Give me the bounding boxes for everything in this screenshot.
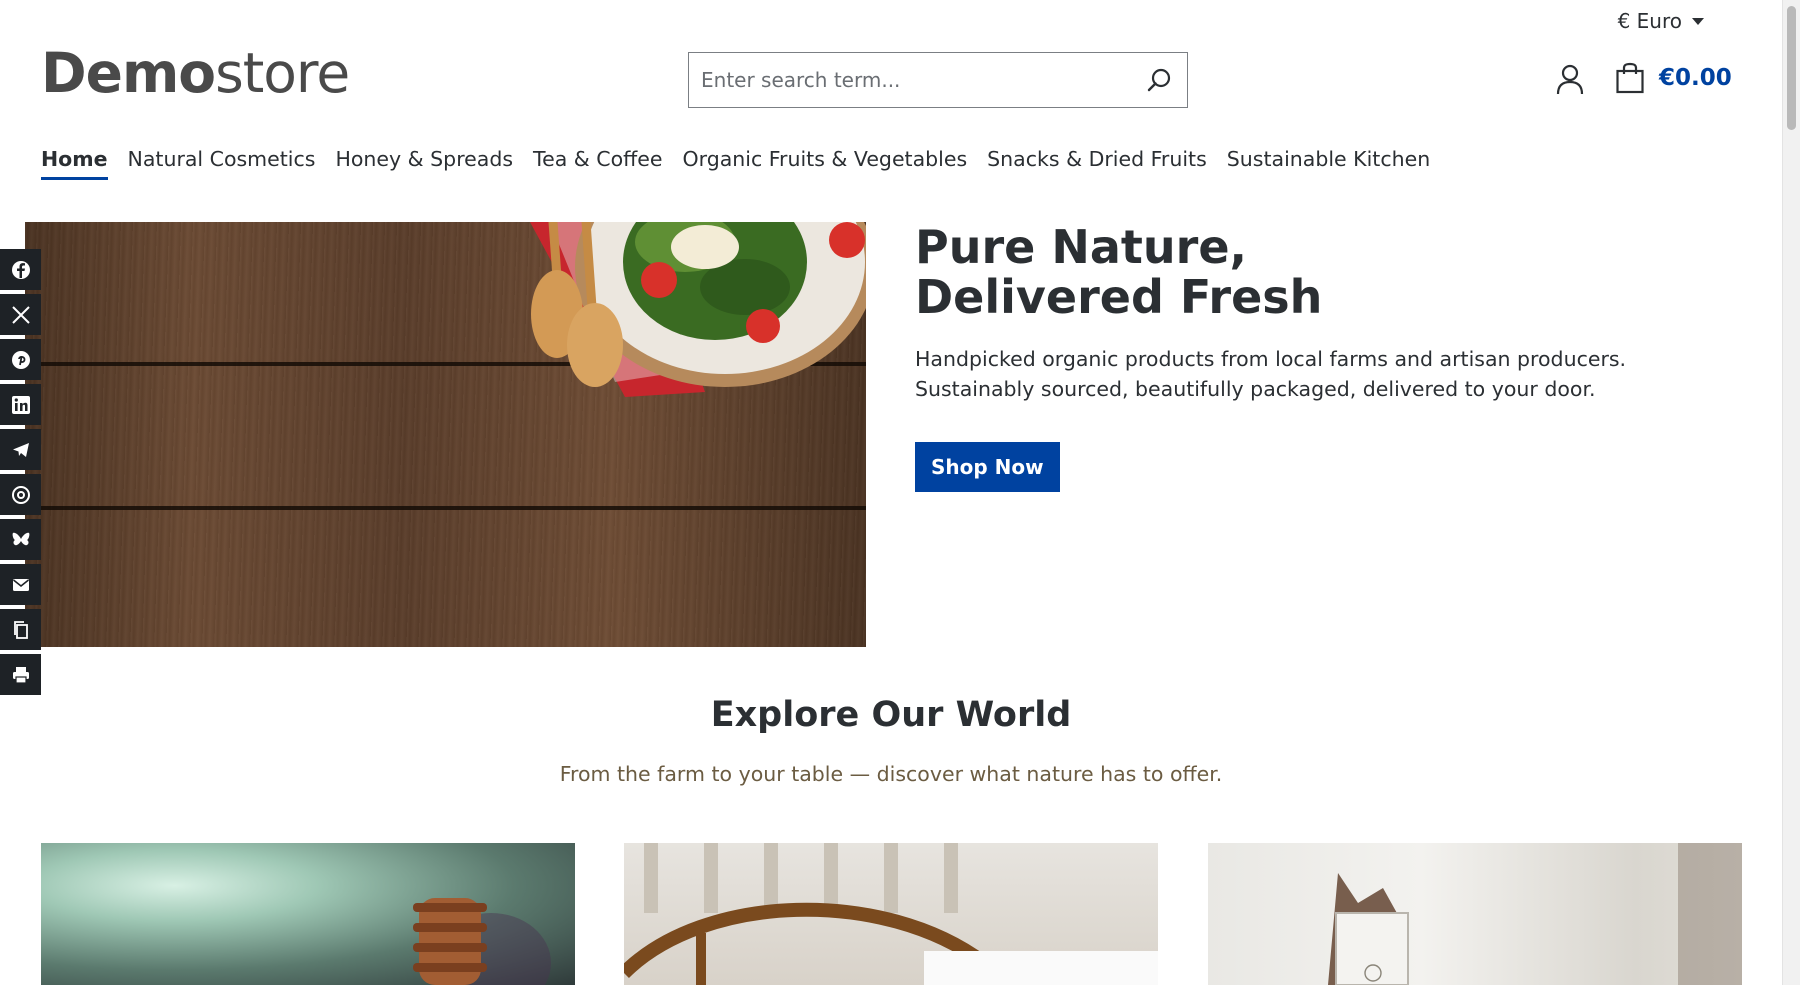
nav-item-tea-coffee[interactable]: Tea & Coffee bbox=[533, 147, 662, 180]
category-card-cosmetics[interactable] bbox=[1208, 843, 1742, 985]
currency-label: € Euro bbox=[1617, 9, 1682, 33]
store-logo[interactable]: Demostore bbox=[41, 46, 350, 101]
bluesky-icon bbox=[12, 532, 29, 545]
currency-selector[interactable]: € Euro bbox=[1618, 9, 1704, 33]
search-input[interactable] bbox=[689, 53, 1131, 107]
threads-icon bbox=[11, 485, 30, 504]
nav-item-sustainable-kitchen[interactable]: Sustainable Kitchen bbox=[1227, 147, 1430, 180]
hero-title: Pure Nature, Delivered Fresh bbox=[915, 222, 1735, 322]
facebook-icon bbox=[11, 260, 30, 279]
social-share-bar bbox=[0, 249, 41, 699]
email-icon bbox=[12, 578, 29, 591]
linkedin-icon bbox=[11, 395, 30, 414]
hero-content: Pure Nature, Delivered Fresh Handpicked … bbox=[915, 222, 1735, 492]
hero-image bbox=[25, 222, 866, 647]
share-pinterest[interactable] bbox=[0, 339, 41, 380]
print-icon bbox=[12, 666, 29, 684]
category-card-honey[interactable] bbox=[41, 843, 575, 985]
hero-title-line-1: Pure Nature, bbox=[915, 220, 1247, 274]
page-scrollbar[interactable] bbox=[1782, 0, 1800, 985]
search-bar bbox=[688, 52, 1188, 108]
search-button[interactable] bbox=[1131, 53, 1187, 107]
nav-item-honey-spreads[interactable]: Honey & Spreads bbox=[335, 147, 513, 180]
search-icon bbox=[1147, 68, 1171, 92]
copy-link-icon bbox=[13, 620, 28, 639]
share-email[interactable] bbox=[0, 564, 41, 605]
nav-item-snacks-dried-fruits[interactable]: Snacks & Dried Fruits bbox=[987, 147, 1207, 180]
logo-bold: Demo bbox=[41, 41, 216, 105]
cart-total: €0.00 bbox=[1659, 65, 1732, 91]
shopping-bag-icon bbox=[1616, 62, 1644, 94]
shop-now-button[interactable]: Shop Now bbox=[915, 442, 1060, 492]
cosmetics-box-image bbox=[1328, 843, 1742, 985]
share-facebook[interactable] bbox=[0, 249, 41, 290]
nav-item-organic-fruits-vegetables[interactable]: Organic Fruits & Vegetables bbox=[682, 147, 967, 180]
share-linkedin[interactable] bbox=[0, 384, 41, 425]
share-threads[interactable] bbox=[0, 474, 41, 515]
hero-illustration bbox=[530, 222, 866, 397]
share-bluesky[interactable] bbox=[0, 519, 41, 560]
hero-title-line-2: Delivered Fresh bbox=[915, 270, 1323, 324]
caret-down-icon bbox=[1692, 17, 1704, 25]
share-copy-link[interactable] bbox=[0, 609, 41, 650]
main-navigation: Home Natural Cosmetics Honey & Spreads T… bbox=[41, 147, 1430, 180]
chair-image bbox=[624, 843, 1158, 985]
share-telegram[interactable] bbox=[0, 429, 41, 470]
x-icon bbox=[11, 305, 30, 324]
nav-item-home[interactable]: Home bbox=[41, 147, 108, 180]
account-button[interactable] bbox=[1555, 64, 1585, 96]
telegram-icon bbox=[12, 442, 29, 457]
category-card-kitchen[interactable] bbox=[624, 843, 1158, 985]
logo-light: store bbox=[215, 41, 350, 105]
explore-subtitle: From the farm to your table — discover w… bbox=[559, 762, 1223, 786]
explore-title: Explore Our World bbox=[710, 695, 1072, 735]
hero-description: Handpicked organic products from local f… bbox=[915, 347, 1627, 401]
share-x[interactable] bbox=[0, 294, 41, 335]
scrollbar-thumb[interactable] bbox=[1787, 6, 1796, 130]
user-icon bbox=[1556, 64, 1584, 95]
share-print[interactable] bbox=[0, 654, 41, 695]
nav-item-natural-cosmetics[interactable]: Natural Cosmetics bbox=[128, 147, 316, 180]
pinterest-icon bbox=[11, 350, 30, 369]
cart-button[interactable]: €0.00 bbox=[1615, 62, 1732, 94]
honey-dipper-image bbox=[413, 898, 551, 985]
